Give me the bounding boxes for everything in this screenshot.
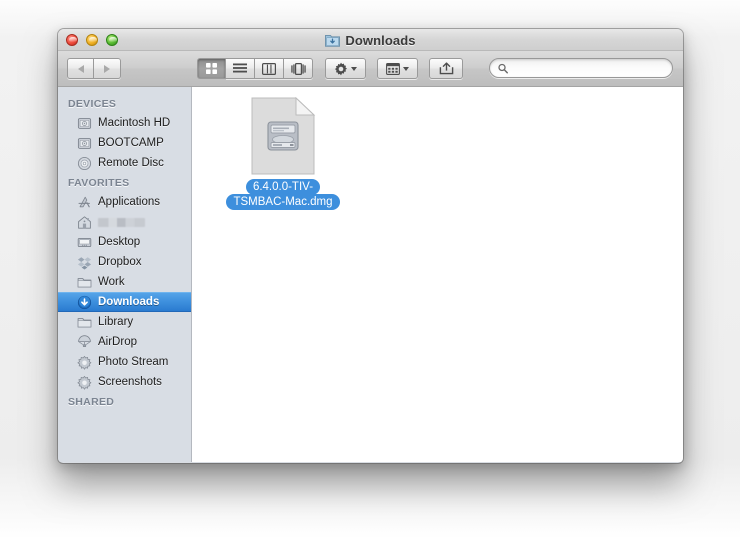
- sidebar-item-downloads[interactable]: Downloads: [58, 292, 191, 312]
- optical-disc-icon: [77, 156, 92, 170]
- sidebar-item-applications[interactable]: Applications: [58, 192, 191, 212]
- smart-folder-icon: [77, 375, 92, 390]
- back-arrow-icon: [77, 64, 84, 73]
- sidebar-item-photo-stream[interactable]: Photo Stream: [58, 352, 191, 372]
- downloads-folder-icon: [325, 35, 341, 47]
- window-title: Downloads: [345, 32, 416, 48]
- sidebar-item-label-redacted: [98, 217, 145, 227]
- dropbox-icon: [77, 256, 92, 269]
- navigation-buttons: [67, 58, 121, 79]
- list-view-button[interactable]: [226, 58, 255, 79]
- sidebar-item-label: Desktop: [98, 236, 141, 248]
- window-title-group: Downloads: [58, 29, 683, 51]
- search-icon: [498, 63, 508, 73]
- back-button[interactable]: [67, 58, 94, 79]
- sidebar-item-home[interactable]: [58, 212, 191, 232]
- sidebar-item-label: BOOTCAMP: [98, 137, 164, 149]
- gear-icon: [335, 62, 347, 75]
- action-menu-button[interactable]: [325, 58, 366, 79]
- sidebar-item-label: Macintosh HD: [98, 117, 171, 129]
- folder-icon: [77, 277, 92, 287]
- desktop-icon: [77, 237, 92, 247]
- sidebar-item-macintosh-hd[interactable]: Macintosh HD: [58, 113, 191, 133]
- file-list-area[interactable]: 6.4.0.0-TIV- TSMBAC-Mac.dmg: [192, 87, 683, 462]
- sidebar-section-favorites: FAVORITES: [68, 177, 130, 189]
- hard-drive-icon: [77, 137, 92, 149]
- share-button[interactable]: [429, 58, 463, 79]
- grid-icon: [206, 63, 217, 74]
- sidebar-item-bootcamp[interactable]: BOOTCAMP: [58, 133, 191, 153]
- sidebar-item-label: Remote Disc: [98, 157, 164, 169]
- file-name-line-1: 6.4.0.0-TIV-: [245, 179, 321, 195]
- sidebar-item-label: Library: [98, 316, 134, 328]
- airdrop-icon: [78, 334, 91, 347]
- sidebar-item-label: Work: [98, 276, 125, 288]
- sidebar-item-label: Dropbox: [98, 256, 142, 268]
- folder-icon: [77, 317, 92, 327]
- list-icon: [233, 63, 247, 72]
- sidebar-item-label: Downloads: [98, 296, 160, 308]
- home-icon: [78, 215, 91, 229]
- sidebar-item-dropbox[interactable]: Dropbox: [58, 252, 191, 272]
- sidebar-section-shared: SHARED: [68, 396, 115, 408]
- sidebar-item-label: Screenshots: [98, 376, 162, 388]
- search-field[interactable]: [489, 58, 673, 78]
- columns-icon: [262, 62, 276, 75]
- disk-image-icon: [251, 97, 316, 175]
- share-icon: [439, 62, 453, 75]
- chevron-down-icon: [403, 66, 409, 71]
- arrange-icon: [386, 62, 400, 75]
- coverflow-icon: [290, 62, 306, 75]
- coverflow-view-button[interactable]: [284, 58, 313, 79]
- file-name-label[interactable]: 6.4.0.0-TIV- TSMBAC-Mac.dmg: [226, 179, 340, 210]
- hard-drive-icon: [77, 117, 92, 129]
- sidebar-item-library[interactable]: Library: [58, 312, 191, 332]
- file-item[interactable]: 6.4.0.0-TIV- TSMBAC-Mac.dmg: [224, 97, 342, 210]
- window-body: DEVICES Macintosh HD BOOTCAMP Remote Dis…: [58, 87, 683, 462]
- forward-button[interactable]: [94, 58, 121, 79]
- sidebar-section-devices: DEVICES: [68, 98, 117, 110]
- icon-view-button[interactable]: [197, 58, 226, 79]
- downloads-icon: [77, 295, 92, 309]
- sidebar-item-label: Photo Stream: [98, 356, 169, 368]
- window-titlebar[interactable]: Downloads: [58, 29, 683, 51]
- applications-icon: [78, 196, 90, 207]
- sidebar-item-remote-disc[interactable]: Remote Disc: [58, 153, 191, 173]
- search-input[interactable]: [512, 62, 664, 74]
- finder-sidebar: DEVICES Macintosh HD BOOTCAMP Remote Dis…: [58, 87, 192, 462]
- arrange-menu-button[interactable]: [377, 58, 418, 79]
- sidebar-item-label: AirDrop: [98, 336, 137, 348]
- forward-arrow-icon: [104, 64, 110, 73]
- column-view-button[interactable]: [255, 58, 284, 79]
- sidebar-item-label: Applications: [98, 196, 161, 208]
- sidebar-item-work[interactable]: Work: [58, 272, 191, 292]
- file-name-line-2: TSMBAC-Mac.dmg: [226, 194, 340, 210]
- sidebar-item-desktop[interactable]: Desktop: [58, 232, 191, 252]
- chevron-down-icon: [351, 66, 357, 71]
- view-mode-buttons: [197, 58, 313, 79]
- finder-toolbar: [58, 51, 683, 87]
- sidebar-item-screenshots[interactable]: Screenshots: [58, 372, 191, 392]
- finder-window: Downloads DEVICES Macintosh HD BOOTCAMP …: [58, 29, 683, 463]
- smart-folder-icon: [77, 355, 92, 370]
- sidebar-item-airdrop[interactable]: AirDrop: [58, 332, 191, 352]
